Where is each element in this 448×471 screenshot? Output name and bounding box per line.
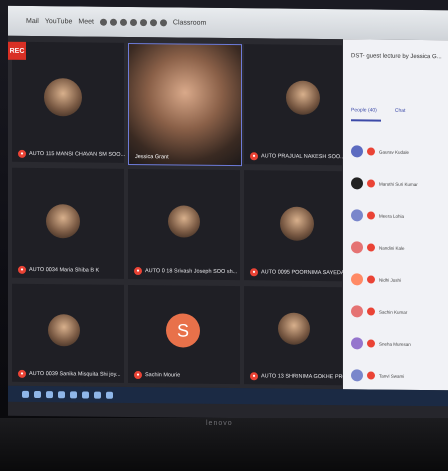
video-grid: ● AUTO 115 MANSI CHAVAN SM SOO... Jessica… [8,35,363,390]
list-item[interactable]: Gaurav Kudale [351,135,446,168]
laptop-screen: Mail YouTube Meet Classroom ● AUTO 115 MA… [8,5,448,421]
avatar [351,369,363,382]
active-tab-indicator [351,119,381,122]
list-item[interactable]: Meera Lohia [351,199,446,232]
tab-classroom[interactable]: Classroom [173,19,206,26]
list-item[interactable]: Nandini Kale [351,231,446,264]
tab-chat[interactable]: Chat [395,108,406,114]
mic-off-icon [367,275,375,284]
mic-off-icon [367,371,375,380]
tile-name: ● AUTO 115 MANSI CHAVAN SM SOO... [18,149,125,159]
avatar [48,314,80,347]
mic-off-icon [367,147,375,156]
participant-list: Gaurav Kudale Maruthi Suri Kumar Meera L… [351,135,446,392]
video-tile[interactable]: S ● Sachin Mourie [128,284,240,385]
recording-badge: REC [8,41,26,60]
tab-icon[interactable] [129,18,137,26]
avatar [286,80,320,115]
mic-off-icon [367,211,375,220]
browser-icon[interactable] [58,390,65,398]
mic-off-icon: ● [18,149,26,158]
avatar [351,305,363,318]
laptop-brand-logo: lenovo [206,420,233,427]
active-speaker-tile[interactable]: Jessica Grant [128,42,242,167]
list-item[interactable]: Tanvi Swami [351,359,446,392]
tile-name: ● AUTO 0034 Maria Shiba B K [18,265,99,275]
tab-icon[interactable] [109,18,117,26]
avatar [351,337,363,350]
word-icon[interactable] [106,391,113,399]
video-tile[interactable]: ● AUTO 0034 Maria Shiba B K [12,167,124,279]
mic-off-icon: ● [18,265,26,274]
tab-youtube[interactable]: YouTube [45,18,73,25]
windows-taskbar [8,385,448,407]
tile-name: ● AUTO 0 18 Srivash Joseph SOO sh... [134,267,237,276]
mail-icon[interactable] [70,390,77,398]
tab-icon[interactable] [119,18,127,26]
video-tile[interactable]: ● AUTO 13 SHRINIMA GOKHE PROOT... [244,286,358,386]
tab-icon[interactable] [149,18,157,26]
browser-tab-bar: Mail YouTube Meet Classroom [8,5,448,41]
tile-name: ● AUTO PRAJUAL NAKESH SOO... [250,152,345,161]
tab-mail[interactable]: Mail [26,17,39,24]
tile-name: ● AUTO 0039 Sanika Misquita Shi joy... [18,369,121,379]
avatar [351,177,363,190]
video-tile[interactable]: ● AUTO 0095 POORNIMA SAYEDA SOO... [244,170,363,282]
mic-off-icon: ● [134,267,142,276]
start-icon[interactable] [22,390,29,398]
mic-off-icon [367,243,375,252]
tab-people[interactable]: People (40) [351,107,377,113]
avatar [351,209,363,222]
mic-off-icon: ● [134,371,142,380]
mic-off-icon [367,307,375,316]
mic-off-icon: ● [18,369,26,378]
folder-icon[interactable] [46,390,53,398]
video-tile[interactable]: ● AUTO PRAJUAL NAKESH SOO... [244,44,345,166]
avatar [168,205,200,238]
list-item[interactable]: Sachin Kumar [351,295,446,328]
mic-off-icon: ● [250,372,258,381]
list-item[interactable]: Nidhi Joshi [351,263,446,296]
list-item[interactable]: Maruthi Suri Kumar [351,167,446,200]
mic-off-icon: ● [250,268,258,277]
tab-icon[interactable] [159,18,167,26]
video-tile[interactable]: ● AUTO 0039 Sanika Misquita Shi joy... [12,283,124,383]
mic-off-icon [367,179,375,188]
tab-icon[interactable] [99,18,107,26]
avatar [351,145,363,158]
participants-panel: DST- guest lecture by Jessica G... Peopl… [343,39,448,392]
mic-off-icon [367,339,375,348]
avatar [46,204,80,239]
tile-name: ● Sachin Mourie [134,371,180,380]
letter-avatar: S [166,313,200,348]
avatar [278,312,310,345]
panel-tabs: People (40) Chat [351,107,443,114]
avatar [351,241,363,254]
meeting-title: DST- guest lecture by Jessica G... [351,53,442,61]
chrome-icon[interactable] [94,391,101,399]
mic-off-icon: ● [250,152,258,161]
avatar [280,206,314,241]
speaker-name: Jessica Grant [135,154,169,161]
video-tile[interactable]: ● AUTO 115 MANSI CHAVAN SM SOO... [12,41,125,163]
list-item[interactable]: Sneha Muresan [351,327,446,360]
store-icon[interactable] [82,390,89,399]
tab-group [99,18,167,26]
tab-meet[interactable]: Meet [78,18,94,25]
avatar [351,273,363,286]
tab-icon[interactable] [139,18,147,26]
avatar [44,78,82,117]
video-tile[interactable]: ● AUTO 0 18 Srivash Joseph SOO sh... [128,168,240,281]
search-icon[interactable] [34,390,41,398]
